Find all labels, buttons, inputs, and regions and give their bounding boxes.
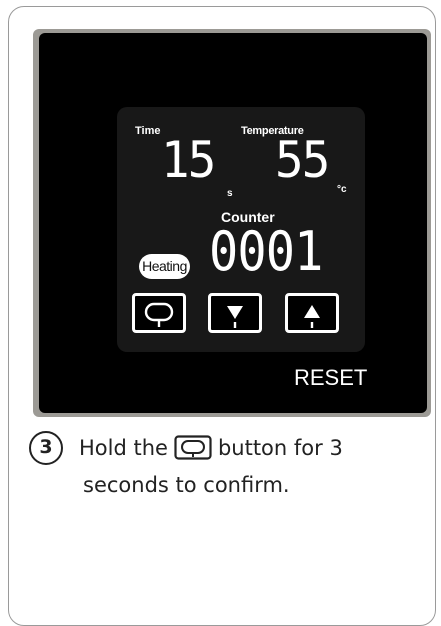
- time-value: 15: [161, 131, 216, 189]
- triangle-up-icon: [304, 305, 320, 328]
- instruction-text-before-icon: Hold the: [79, 436, 168, 460]
- up-button[interactable]: [285, 293, 339, 333]
- temperature-unit: °c: [337, 184, 347, 195]
- time-label: Time: [135, 125, 161, 137]
- lcd-display: Time Temperature 15 s 55 °c Counter 0001…: [117, 107, 365, 352]
- step-number-badge: 3: [29, 431, 63, 465]
- heating-status-badge: Heating: [139, 254, 190, 279]
- cycle-arrow-icon: [144, 302, 174, 327]
- control-panel-face: Time Temperature 15 s 55 °c Counter 0001…: [39, 33, 427, 413]
- reset-label: RESET: [294, 365, 368, 390]
- instruction-line-1: Hold the button for 3: [79, 434, 343, 462]
- triangle-down-icon: [227, 306, 243, 328]
- down-button[interactable]: [208, 293, 262, 333]
- instruction-text-after-icon: button for 3: [217, 436, 343, 460]
- control-panel-device: Time Temperature 15 s 55 °c Counter 0001…: [33, 29, 431, 417]
- cycle-button[interactable]: [132, 293, 186, 333]
- counter-value: 0001: [209, 220, 323, 283]
- cycle-arrow-icon: [174, 435, 212, 460]
- temperature-value: 55: [275, 131, 330, 189]
- time-unit: s: [227, 188, 233, 199]
- instruction-card: Time Temperature 15 s 55 °c Counter 0001…: [8, 6, 436, 626]
- instruction-line-2: seconds to confirm.: [83, 473, 290, 497]
